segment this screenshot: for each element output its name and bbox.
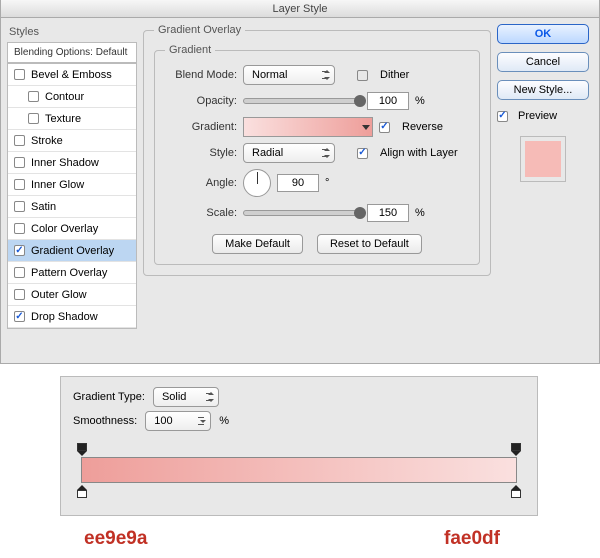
scale-slider[interactable] <box>243 210 361 216</box>
checkbox[interactable] <box>14 69 25 80</box>
effect-outer-glow[interactable]: Outer Glow <box>8 284 136 306</box>
gradient-overlay-group: Gradient Overlay Gradient Blend Mode: No… <box>143 24 491 276</box>
subgroup-legend: Gradient <box>165 44 215 56</box>
gradient-overlay-settings: Gradient Overlay Gradient Blend Mode: No… <box>143 24 491 329</box>
angle-input[interactable] <box>277 174 319 192</box>
checkbox[interactable] <box>14 267 25 278</box>
styles-panel: Styles Blending Options: Default Bevel &… <box>7 24 137 329</box>
effect-label: Color Overlay <box>31 223 98 235</box>
opacity-stop-left[interactable] <box>77 443 87 455</box>
gradient-bar-area <box>73 443 525 497</box>
gradient-group: Gradient Blend Mode: Normal Dither Opaci… <box>154 44 480 265</box>
layer-style-dialog: Layer Style Styles Blending Options: Def… <box>0 0 600 364</box>
dither-checkbox[interactable] <box>357 70 368 81</box>
angle-label: Angle: <box>165 177 237 189</box>
effect-label: Stroke <box>31 135 63 147</box>
scale-input[interactable] <box>367 204 409 222</box>
reset-default-button[interactable]: Reset to Default <box>317 234 422 254</box>
gradient-picker[interactable] <box>243 117 373 137</box>
opacity-label: Opacity: <box>165 95 237 107</box>
effect-label: Contour <box>45 91 84 103</box>
slider-thumb[interactable] <box>354 95 366 107</box>
effect-label: Drop Shadow <box>31 311 98 323</box>
effect-label: Inner Shadow <box>31 157 99 169</box>
scale-unit: % <box>415 207 425 219</box>
blend-mode-label: Blend Mode: <box>165 69 237 81</box>
reverse-checkbox[interactable] <box>379 122 390 133</box>
effect-label: Outer Glow <box>31 289 87 301</box>
gradient-type-label: Gradient Type: <box>73 391 145 403</box>
gradient-label: Gradient: <box>165 121 237 133</box>
opacity-unit: % <box>415 95 425 107</box>
blend-mode-select[interactable]: Normal <box>243 65 335 85</box>
new-style-button[interactable]: New Style... <box>497 80 589 100</box>
gradient-editor-panel: Gradient Type: Solid Smoothness: 100 % <box>60 376 538 516</box>
dither-label: Dither <box>380 69 409 81</box>
scale-label: Scale: <box>165 207 237 219</box>
effect-inner-glow[interactable]: Inner Glow <box>8 174 136 196</box>
opacity-slider[interactable] <box>243 98 361 104</box>
effect-label: Inner Glow <box>31 179 84 191</box>
smoothness-input[interactable]: 100 <box>145 411 211 431</box>
align-label: Align with Layer <box>380 147 458 159</box>
angle-unit: ° <box>325 177 329 189</box>
make-default-button[interactable]: Make Default <box>212 234 303 254</box>
effects-list: Bevel & Emboss Contour Texture Stroke In… <box>7 63 137 329</box>
checkbox[interactable] <box>14 289 25 300</box>
checkbox[interactable] <box>14 201 25 212</box>
checkbox[interactable] <box>14 311 25 322</box>
blending-options-row[interactable]: Blending Options: Default <box>7 42 137 63</box>
effect-texture[interactable]: Texture <box>8 108 136 130</box>
smoothness-unit: % <box>219 415 229 427</box>
effect-pattern-overlay[interactable]: Pattern Overlay <box>8 262 136 284</box>
checkbox[interactable] <box>14 157 25 168</box>
group-legend: Gradient Overlay <box>154 24 245 36</box>
checkbox[interactable] <box>14 223 25 234</box>
effect-label: Pattern Overlay <box>31 267 107 279</box>
effect-satin[interactable]: Satin <box>8 196 136 218</box>
preview-swatch <box>520 136 566 182</box>
ok-button[interactable]: OK <box>497 24 589 44</box>
hex-label-right: fae0df <box>444 528 500 550</box>
effect-label: Bevel & Emboss <box>31 69 112 81</box>
color-stop-left[interactable] <box>77 485 87 497</box>
gradient-type-select[interactable]: Solid <box>153 387 219 407</box>
styles-heading: Styles <box>7 24 137 42</box>
effect-label: Gradient Overlay <box>31 245 114 257</box>
dialog-buttons: OK Cancel New Style... Preview <box>497 24 589 329</box>
opacity-stop-right[interactable] <box>511 443 521 455</box>
hex-label-left: ee9e9a <box>84 528 147 550</box>
smoothness-label: Smoothness: <box>73 415 137 427</box>
checkbox[interactable] <box>14 179 25 190</box>
effect-drop-shadow[interactable]: Drop Shadow <box>8 306 136 328</box>
style-select[interactable]: Radial <box>243 143 335 163</box>
effect-stroke[interactable]: Stroke <box>8 130 136 152</box>
checkbox[interactable] <box>14 245 25 256</box>
effect-gradient-overlay[interactable]: Gradient Overlay <box>8 240 136 262</box>
effect-contour[interactable]: Contour <box>8 86 136 108</box>
reverse-label: Reverse <box>402 121 443 133</box>
preview-checkbox[interactable] <box>497 111 508 122</box>
effect-label: Texture <box>45 113 81 125</box>
checkbox[interactable] <box>28 91 39 102</box>
cancel-button[interactable]: Cancel <box>497 52 589 72</box>
angle-dial[interactable] <box>243 169 271 197</box>
effect-bevel-emboss[interactable]: Bevel & Emboss <box>8 64 136 86</box>
checkbox[interactable] <box>28 113 39 124</box>
slider-thumb[interactable] <box>354 207 366 219</box>
color-stop-right[interactable] <box>511 485 521 497</box>
effect-label: Satin <box>31 201 56 213</box>
checkbox[interactable] <box>14 135 25 146</box>
effect-color-overlay[interactable]: Color Overlay <box>8 218 136 240</box>
window-title: Layer Style <box>1 0 599 18</box>
align-checkbox[interactable] <box>357 148 368 159</box>
effect-inner-shadow[interactable]: Inner Shadow <box>8 152 136 174</box>
opacity-input[interactable] <box>367 92 409 110</box>
style-label: Style: <box>165 147 237 159</box>
preview-label: Preview <box>518 110 557 122</box>
gradient-bar[interactable] <box>81 457 517 483</box>
